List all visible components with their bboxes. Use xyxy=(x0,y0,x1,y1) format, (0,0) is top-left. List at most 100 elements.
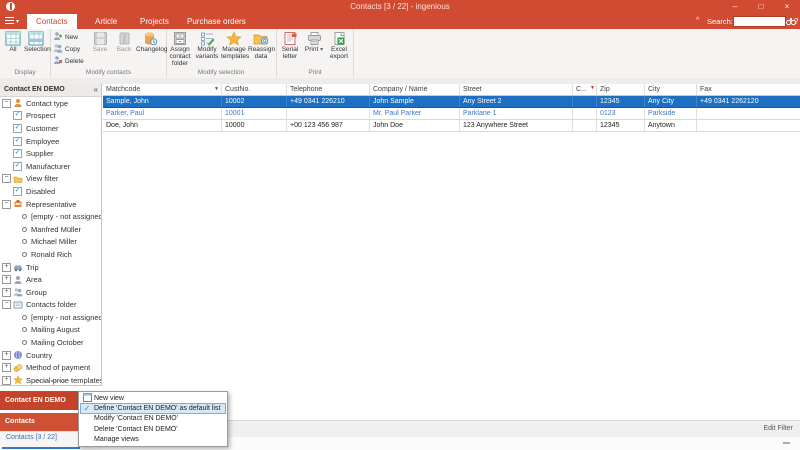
column-header-custno[interactable]: CustNo. xyxy=(222,84,287,95)
grid-row[interactable]: Parker, Paul 10001 Mr. Paul Parker Parkl… xyxy=(103,108,800,120)
checkbox-checked-icon[interactable] xyxy=(13,187,22,196)
ribbon: All Selection Display New xyxy=(0,29,800,79)
column-header-company-name[interactable]: Company / Name xyxy=(370,84,460,95)
expand-toggle-icon[interactable] xyxy=(2,363,11,372)
grid-row[interactable]: Doe, John 10000 +00 123 456 987 John Doe… xyxy=(103,120,800,132)
modify-variants-button[interactable]: Modify variants xyxy=(194,31,220,68)
tree-item-employee[interactable]: Employee xyxy=(0,135,101,148)
collapse-ribbon-icon[interactable]: ^ xyxy=(696,17,699,24)
column-header-telephone[interactable]: Telephone xyxy=(287,84,370,95)
menu-item-manage-views[interactable]: Manage views xyxy=(80,435,226,445)
expand-toggle-icon[interactable] xyxy=(2,288,11,297)
sidebar-collapse-icon[interactable]: « xyxy=(94,84,98,96)
help-icon[interactable]: ? xyxy=(794,14,798,29)
column-header-city[interactable]: City xyxy=(645,84,697,95)
tree-item-rep-ronald-rich[interactable]: Ronald Rich xyxy=(0,248,101,261)
menu-item-define-default-list[interactable]: ✓ Define 'Contact EN DEMO' as default li… xyxy=(80,403,226,413)
tree-item-rep-michael-miller[interactable]: Michael Miller xyxy=(0,236,101,249)
tree-item-contacts-folder[interactable]: Contacts folder xyxy=(0,299,101,312)
new-view-icon xyxy=(83,393,92,402)
group-icon xyxy=(13,287,23,297)
tree-item-method-of-payment[interactable]: Method of payment xyxy=(0,361,101,374)
reassign-data-button[interactable]: Reassign data xyxy=(248,31,274,68)
new-contact-button[interactable]: New xyxy=(53,31,78,42)
column-header-zip[interactable]: Zip xyxy=(597,84,645,95)
representative-badge-icon xyxy=(13,199,23,209)
print-dropdown-icon[interactable]: ▾ xyxy=(320,47,323,53)
tab-article[interactable]: Article xyxy=(86,14,126,29)
tree-item-disabled[interactable]: Disabled xyxy=(0,185,101,198)
column-header-matchcode[interactable]: Matchcode▼ xyxy=(103,84,222,95)
checkbox-checked-icon[interactable] xyxy=(13,162,22,171)
star-icon xyxy=(226,31,242,46)
tree-item-mailing-october[interactable]: Mailing October xyxy=(0,336,101,349)
search-input[interactable] xyxy=(733,16,786,27)
folder-sync-icon xyxy=(253,31,269,46)
expand-toggle-icon[interactable] xyxy=(2,263,11,272)
column-header-fax[interactable]: Fax xyxy=(697,84,800,95)
minimize-button[interactable]: – xyxy=(724,0,746,13)
back-button[interactable]: Back xyxy=(113,31,135,68)
checkbox-checked-icon[interactable] xyxy=(13,137,22,146)
print-button[interactable]: Print ▾ xyxy=(303,31,325,68)
column-header-country[interactable]: C...▼ xyxy=(573,84,597,95)
serial-letter-button[interactable]: Serial letter xyxy=(278,31,302,68)
edit-filter-link[interactable]: Edit Filter xyxy=(763,421,793,437)
tree-item-country[interactable]: Country xyxy=(0,349,101,362)
sort-desc-icon[interactable]: ▼ xyxy=(214,84,219,95)
checkbox-checked-icon[interactable] xyxy=(13,111,22,120)
view-tab-contacts[interactable]: Contacts [3 / 22] xyxy=(6,434,57,441)
tree-item-view-filter[interactable]: View filter xyxy=(0,173,101,186)
collapse-toggle-icon[interactable] xyxy=(2,174,11,183)
collapse-toggle-icon[interactable] xyxy=(2,200,11,209)
tree-item-contact-type[interactable]: Contact type xyxy=(0,97,101,110)
tree-item-rep-empty[interactable]: [empty - not assigned] xyxy=(0,210,101,223)
manage-templates-button[interactable]: Manage templates xyxy=(221,31,247,68)
group-label-modify-contacts: Modify contacts xyxy=(51,69,166,76)
checkbox-checked-icon[interactable] xyxy=(13,149,22,158)
tab-projects[interactable]: Projects xyxy=(131,14,178,29)
tree-item-rep-manfred-mueller[interactable]: Manfred Müller xyxy=(0,223,101,236)
app-menu-button[interactable]: ▾ xyxy=(5,16,21,27)
tree-item-trip[interactable]: Trip xyxy=(0,261,101,274)
checkbox-checked-icon[interactable] xyxy=(13,124,22,133)
tree-item-supplier[interactable]: Supplier xyxy=(0,147,101,160)
sidebar-splitter-handle[interactable] xyxy=(35,380,65,382)
save-button[interactable]: Save xyxy=(88,31,112,68)
tree-item-customer[interactable]: Customer xyxy=(0,122,101,135)
copy-person-icon xyxy=(53,43,63,53)
changelog-button[interactable]: Changelog xyxy=(136,31,164,68)
scroll-grip-icon[interactable] xyxy=(783,442,790,444)
excel-export-button[interactable]: Excel export xyxy=(326,31,352,68)
filter-icon[interactable]: ▼ xyxy=(590,84,595,94)
expand-toggle-icon[interactable] xyxy=(2,275,11,284)
tree-item-area[interactable]: Area xyxy=(0,273,101,286)
menu-item-modify-view[interactable]: Modify 'Contact EN DEMO' xyxy=(80,414,226,424)
bullet-icon xyxy=(22,327,27,332)
expand-toggle-icon[interactable] xyxy=(2,376,11,385)
assign-contact-folder-button[interactable]: Assign contact folder xyxy=(167,31,193,68)
close-button[interactable]: × xyxy=(776,0,798,13)
tab-purchase-orders[interactable]: Purchase orders xyxy=(178,14,255,29)
tree-item-representative[interactable]: Representative xyxy=(0,198,101,211)
all-button[interactable]: All xyxy=(3,31,23,68)
collapse-toggle-icon[interactable] xyxy=(2,99,11,108)
tab-contacts[interactable]: Contacts xyxy=(27,14,77,29)
ribbon-group-display: All Selection Display xyxy=(0,29,51,77)
sidebar-header[interactable]: Contact EN DEMO « xyxy=(0,84,101,97)
delete-contact-button[interactable]: Delete xyxy=(53,55,84,66)
tree-item-group[interactable]: Group xyxy=(0,286,101,299)
tree-item-prospect[interactable]: Prospect xyxy=(0,110,101,123)
selection-button[interactable]: Selection xyxy=(24,31,48,68)
copy-contact-button[interactable]: Copy xyxy=(53,43,80,54)
tree-item-folder-empty[interactable]: [empty - not assigned] xyxy=(0,311,101,324)
tree-item-manufacturer[interactable]: Manufacturer xyxy=(0,160,101,173)
expand-toggle-icon[interactable] xyxy=(2,351,11,360)
tree-item-mailing-august[interactable]: Mailing August xyxy=(0,324,101,337)
column-header-street[interactable]: Street xyxy=(460,84,573,95)
menu-item-new-view[interactable]: New view xyxy=(80,393,226,403)
maximize-button[interactable]: □ xyxy=(750,0,772,13)
menu-item-delete-view[interactable]: Delete 'Contact EN DEMO' xyxy=(80,424,226,434)
collapse-toggle-icon[interactable] xyxy=(2,300,11,309)
grid-row-selected[interactable]: Sample, John 10002 +49 0341 226210 John … xyxy=(103,96,800,108)
